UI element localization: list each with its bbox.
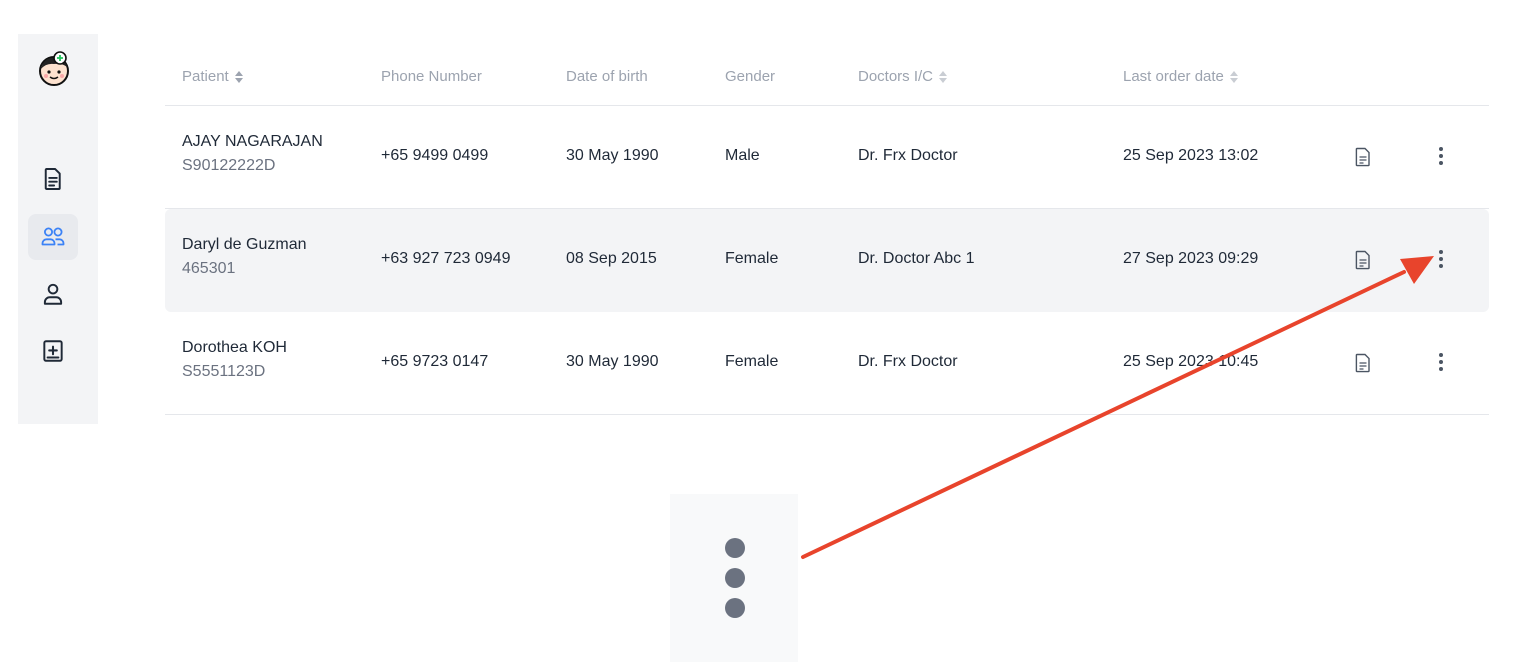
last-order-cell: 25 Sep 2023 13:02 <box>1123 147 1259 164</box>
patient-cell: Daryl de Guzman 465301 <box>182 236 307 278</box>
doctor-cell: Dr. Doctor Abc 1 <box>858 250 975 267</box>
more-options-icon[interactable] <box>1431 348 1451 376</box>
patient-id: 465301 <box>182 260 236 277</box>
phone-cell: +65 9499 0499 <box>381 147 489 164</box>
nav-orders[interactable] <box>28 156 78 202</box>
patient-cell: Dorothea KOH S5551123D <box>182 339 287 381</box>
sort-icon[interactable] <box>234 70 243 83</box>
header-phone: Phone Number <box>381 68 482 85</box>
header-last-order[interactable]: Last order date <box>1123 68 1238 85</box>
patient-id: S90122222D <box>182 157 276 174</box>
more-options-icon <box>725 538 745 618</box>
logo-icon[interactable] <box>36 50 72 88</box>
sidebar <box>18 34 98 424</box>
document-icon[interactable] <box>1353 249 1373 271</box>
zoomed-more-options-icon <box>670 494 798 662</box>
patient-name[interactable]: Dorothea KOH <box>182 339 287 357</box>
medical-record-icon <box>43 340 63 362</box>
dob-cell: 30 May 1990 <box>566 353 659 370</box>
patient-name[interactable]: Daryl de Guzman <box>182 236 307 254</box>
doctor-cell: Dr. Frx Doctor <box>858 147 958 164</box>
table-row[interactable]: AJAY NAGARAJAN S90122222D +65 9499 0499 … <box>165 106 1489 209</box>
patient-cell: AJAY NAGARAJAN S90122222D <box>182 133 323 175</box>
phone-cell: +63 927 723 0949 <box>381 250 511 267</box>
phone-cell: +65 9723 0147 <box>381 353 489 370</box>
patient-id: S5551123D <box>182 363 266 380</box>
table-row[interactable]: Daryl de Guzman 465301 +63 927 723 0949 … <box>165 209 1489 312</box>
last-order-cell: 27 Sep 2023 09:29 <box>1123 250 1259 267</box>
last-order-cell: 25 Sep 2023 10:45 <box>1123 353 1259 370</box>
dob-cell: 08 Sep 2015 <box>566 250 657 267</box>
header-doctors[interactable]: Doctors I/C <box>858 68 948 85</box>
header-patient[interactable]: Patient <box>182 68 243 85</box>
document-icon[interactable] <box>1353 352 1373 374</box>
header-dob: Date of birth <box>566 68 648 85</box>
nav-patients[interactable] <box>28 214 78 260</box>
nav-records[interactable] <box>28 328 78 374</box>
gender-cell: Male <box>725 147 760 164</box>
sort-icon[interactable] <box>1229 70 1238 83</box>
gender-cell: Female <box>725 250 779 267</box>
dob-cell: 30 May 1990 <box>566 147 659 164</box>
user-icon <box>43 283 63 305</box>
gender-cell: Female <box>725 353 779 370</box>
document-icon[interactable] <box>1353 146 1373 168</box>
more-options-icon[interactable] <box>1431 245 1451 273</box>
header-gender: Gender <box>725 68 776 85</box>
table-header: Patient Phone Number Date of birth Gende… <box>165 48 1489 106</box>
patients-table: Patient Phone Number Date of birth Gende… <box>165 48 1489 415</box>
patient-name[interactable]: AJAY NAGARAJAN <box>182 133 323 151</box>
more-options-icon[interactable] <box>1431 142 1451 170</box>
table-row[interactable]: Dorothea KOH S5551123D +65 9723 0147 30 … <box>165 312 1489 415</box>
doctor-cell: Dr. Frx Doctor <box>858 353 958 370</box>
sort-icon[interactable] <box>939 70 948 83</box>
users-icon <box>41 227 65 246</box>
nav-profile[interactable] <box>28 271 78 317</box>
document-icon <box>44 168 61 190</box>
